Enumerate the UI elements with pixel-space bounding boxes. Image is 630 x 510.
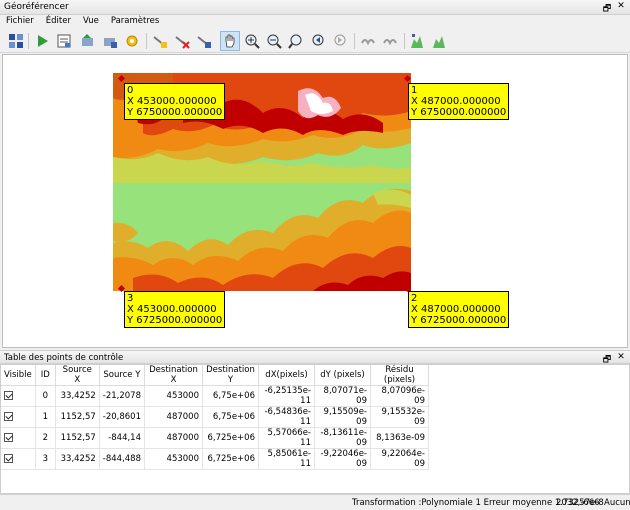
delete-point-icon[interactable]: [172, 31, 192, 51]
table-row[interactable]: 1 1152,57 -20,8601 487000 6,75e+06 -6,54…: [1, 406, 429, 428]
gcp-label-1: 1X 487000.000000 Y 6750000.000000: [408, 83, 510, 120]
start-georeferencing-icon[interactable]: [32, 31, 52, 51]
table-row[interactable]: 3 33,4252 -844,488 453000 6,725e+06 5,85…: [1, 448, 429, 470]
zoom-next-icon[interactable]: [330, 31, 350, 51]
menu-fichier[interactable]: Fichier: [0, 15, 40, 29]
crs-status[interactable]: Aucun: [604, 498, 630, 508]
gcp-table: Visible ID Source X Source Y Destination…: [0, 364, 630, 494]
save-gcp-icon[interactable]: [100, 31, 120, 51]
zoom-out-icon[interactable]: [264, 31, 284, 51]
col-dx[interactable]: dX(pixels): [258, 365, 315, 386]
pan-icon[interactable]: [220, 31, 240, 51]
menu-parametres[interactable]: Paramètres: [105, 15, 165, 29]
zoom-in-icon[interactable]: [242, 31, 262, 51]
link-qgis-to-georef-icon[interactable]: [380, 31, 400, 51]
gcp-table-title: Table des points de contrôle: [4, 353, 124, 363]
coordinate-readout: 2032,-666: [556, 498, 600, 508]
visible-checkbox[interactable]: [4, 391, 13, 400]
gcp-label-0: 0X 453000.000000 Y 6750000.000000: [124, 83, 226, 120]
col-destination-y[interactable]: Destination Y: [202, 365, 259, 386]
zoom-last-icon[interactable]: [308, 31, 328, 51]
table-row[interactable]: 2 1152,57 -844,14 487000 6,725e+06 5,570…: [1, 427, 429, 449]
col-source-x[interactable]: Source X: [55, 365, 100, 386]
zoom-to-layer-icon[interactable]: [286, 31, 306, 51]
georeferencer-canvas[interactable]: 0X 453000.000000 Y 6750000.000000 1X 4870…: [2, 54, 628, 348]
window-title: Géoréférencer: [4, 2, 69, 12]
table-row[interactable]: 0 33,4252 -21,2078 453000 6,75e+06 -6,25…: [1, 385, 429, 407]
move-gcp-icon[interactable]: [194, 31, 214, 51]
link-georef-to-qgis-icon[interactable]: [358, 31, 378, 51]
transformation-settings-icon[interactable]: [122, 31, 142, 51]
table-header-row: Visible ID Source X Source Y Destination…: [1, 365, 429, 386]
col-residual[interactable]: Résidu (pixels): [370, 365, 429, 386]
generate-gdal-script-icon[interactable]: [54, 31, 74, 51]
col-destination-x[interactable]: Destination X: [144, 365, 203, 386]
toolbar: [0, 29, 630, 53]
menubar: Fichier Éditer Vue Paramètres: [0, 15, 630, 29]
statusbar: Transformation :Polynomiale 1 Erreur moy…: [0, 494, 630, 510]
visible-checkbox[interactable]: [4, 412, 13, 421]
col-source-y[interactable]: Source Y: [99, 365, 146, 386]
col-id[interactable]: ID: [35, 365, 56, 386]
full-histogram-stretch-icon[interactable]: [408, 31, 428, 51]
gcp-label-2: 2X 487000.000000 Y 6725000.000000: [408, 291, 510, 328]
load-gcp-icon[interactable]: [78, 31, 98, 51]
col-visible[interactable]: Visible: [1, 365, 36, 386]
visible-checkbox[interactable]: [4, 433, 13, 442]
menu-editer[interactable]: Éditer: [40, 15, 77, 29]
menu-vue[interactable]: Vue: [77, 15, 105, 29]
gcp-table-titlebar: Table des points de contrôle 🗗 ✕: [0, 350, 630, 365]
open-raster-icon[interactable]: [6, 31, 26, 51]
col-dy[interactable]: dY (pixels): [314, 365, 371, 386]
local-histogram-stretch-icon[interactable]: [430, 31, 450, 51]
visible-checkbox[interactable]: [4, 454, 13, 463]
window-titlebar: Géoréférencer 🗗 ✕: [0, 0, 630, 15]
add-point-icon[interactable]: [150, 31, 170, 51]
gcp-label-3: 3X 453000.000000 Y 6725000.000000: [124, 291, 226, 328]
